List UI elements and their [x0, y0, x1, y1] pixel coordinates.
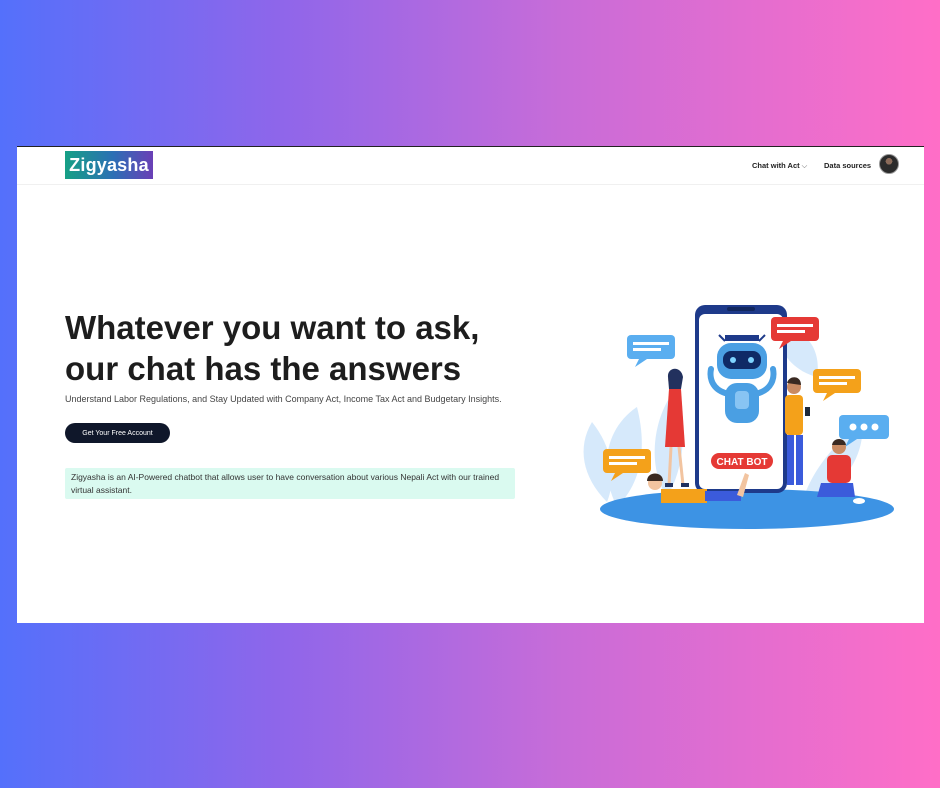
- brand-logo[interactable]: Zigyasha: [65, 151, 153, 179]
- nav-data-sources[interactable]: Data sources: [824, 161, 871, 170]
- chat-bot-badge: CHAT BOT: [711, 453, 773, 469]
- man-yellow-shirt-figure: [785, 377, 810, 485]
- browser-page: Zigyasha Chat with Act ⌵ Data sources Wha…: [17, 146, 924, 623]
- top-navbar: Zigyasha Chat with Act ⌵ Data sources: [17, 147, 924, 185]
- hero-headline-line1: Whatever you want to ask,: [65, 309, 480, 346]
- get-free-account-button[interactable]: Get Your Free Account: [65, 423, 170, 443]
- speech-bubble-blue: [627, 335, 675, 367]
- nav-chat-with-act-label: Chat with Act: [752, 161, 800, 170]
- speech-bubble-orange-right: [813, 369, 861, 401]
- user-avatar-icon[interactable]: [879, 154, 899, 174]
- hero-headline: Whatever you want to ask, our chat has t…: [65, 307, 535, 389]
- nav-chat-with-act[interactable]: Chat with Act ⌵: [752, 161, 807, 171]
- chat-bot-badge-label: CHAT BOT: [717, 457, 768, 468]
- chevron-down-icon: ⌵: [801, 161, 808, 170]
- hero-headline-line2: our chat has the answers: [65, 350, 462, 387]
- hero-subtitle: Understand Labor Regulations, and Stay U…: [65, 394, 502, 404]
- chatbot-illustration: CHAT BOT: [583, 305, 894, 529]
- info-callout: Zigyasha is an AI-Powered chatbot that a…: [65, 468, 515, 499]
